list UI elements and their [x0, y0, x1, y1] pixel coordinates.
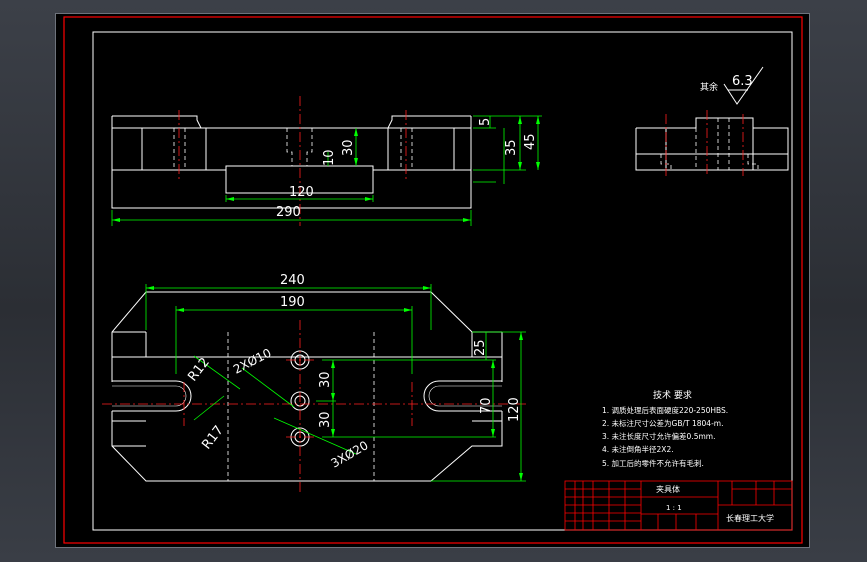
dim-25: 25	[473, 339, 488, 356]
roughness-label: 其余	[700, 81, 718, 93]
side-view-hidden-lines	[660, 118, 759, 170]
dim-120-front: 120	[289, 185, 314, 200]
dim-r17: R17	[199, 423, 227, 452]
drawing-border	[92, 31, 793, 531]
tech-item: 3. 未注长度尺寸允许偏差0.5mm.	[602, 431, 715, 441]
dim-70: 70	[479, 397, 494, 414]
plan-view-outline	[111, 291, 503, 482]
school-name: 长春理工大学	[726, 513, 774, 523]
cad-application: 290 120 5 35 45 30 10 240 190 25 70 120 …	[0, 0, 867, 562]
part-name: 夹具体	[656, 484, 680, 494]
drawing-viewport[interactable]: 290 120 5 35 45 30 10 240 190 25 70 120 …	[56, 14, 809, 547]
dim-30-upper: 30	[318, 371, 333, 388]
front-view[interactable]: 290 120 5 35 45 30 10	[111, 96, 542, 226]
side-view-outline	[635, 117, 789, 171]
dim-290: 290	[276, 205, 301, 220]
front-view-arrowheads	[112, 116, 540, 222]
dim-5: 5	[478, 118, 493, 126]
inner-border	[92, 31, 793, 531]
scale: 1 : 1	[666, 504, 682, 512]
front-view-dimension-lines	[111, 115, 542, 226]
dim-holes-10: 2XØ10	[231, 346, 274, 377]
front-view-hidden-lines	[173, 128, 413, 170]
plan-view-arrowheads	[146, 286, 523, 481]
tech-item: 5. 加工后的零件不允许有毛刺.	[602, 458, 704, 468]
tech-item: 4. 未注倒角半径2X2.	[602, 444, 674, 454]
side-view[interactable]	[635, 110, 789, 176]
plan-view-centerlines	[102, 320, 526, 494]
plan-view-dimension-lines	[145, 284, 526, 482]
dim-r12: R12	[185, 355, 213, 384]
tech-item: 1. 调质处理后表面硬度220-250HBS.	[602, 405, 728, 415]
dim-45: 45	[523, 133, 538, 150]
dim-10: 10	[322, 149, 337, 166]
plan-view-dimension-text: 240 190 25 70 120 30 30 R12 R17 2XØ10 3X…	[185, 273, 522, 471]
dim-120-plan: 120	[507, 397, 522, 422]
technical-requirements: 技术 要求 1. 调质处理后表面硬度220-250HBS. 2. 未标注尺寸公差…	[602, 389, 728, 468]
dim-240: 240	[280, 273, 305, 288]
engineering-drawing[interactable]: 290 120 5 35 45 30 10 240 190 25 70 120 …	[56, 14, 809, 547]
dim-30-lower: 30	[318, 411, 333, 428]
dim-190: 190	[280, 295, 305, 310]
dim-35: 35	[504, 139, 519, 156]
front-view-dimension-text: 290 120 5 35 45 30 10	[276, 118, 538, 220]
tech-item: 2. 未标注尺寸公差为GB/T 1804-m.	[602, 418, 723, 428]
dim-holes-20: 3XØ20	[329, 438, 371, 470]
title-block[interactable]: 夹具体 1 : 1 长春理工大学	[564, 480, 793, 531]
dim-30-front: 30	[341, 139, 356, 156]
tech-title: 技术 要求	[653, 389, 692, 401]
plan-view[interactable]: 240 190 25 70 120 30 30 R12 R17 2XØ10 3X…	[102, 273, 526, 494]
surface-roughness: 其余 6.3	[700, 66, 764, 105]
side-view-centerlines	[665, 110, 744, 176]
